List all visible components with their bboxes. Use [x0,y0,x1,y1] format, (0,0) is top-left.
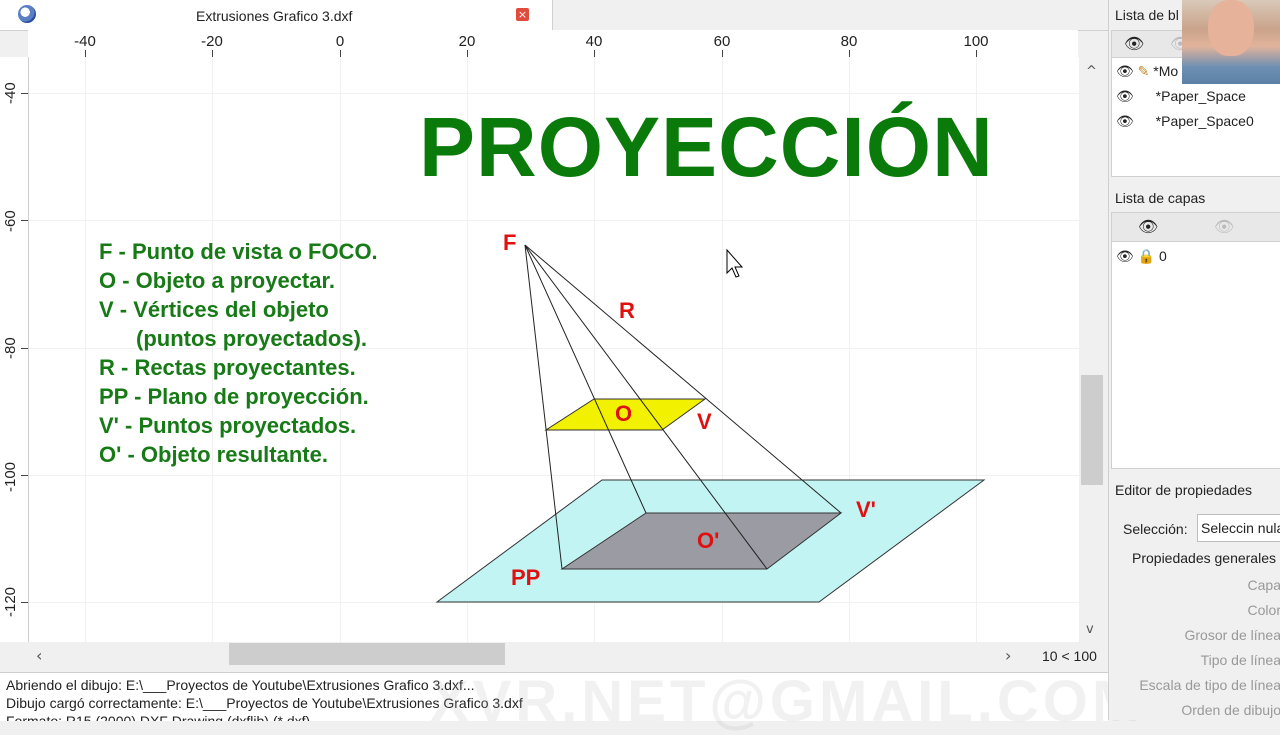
property-label: Color [1248,602,1280,618]
ruler-h-label: 0 [336,33,344,50]
webcam-face [1208,0,1254,56]
horizontal-scroll-thumb[interactable] [229,643,505,665]
layer-list-title: Lista de capas [1115,190,1205,206]
label-f: F [503,230,516,255]
ruler-tick [21,220,28,221]
ruler-h-label: -40 [74,33,96,50]
layer-list: 👁 🔒 0 [1111,241,1280,469]
ruler-h-label: 40 [586,33,603,50]
ruler-tick [21,602,28,603]
tab-title: Extrusiones Grafico 3.dxf [196,8,352,24]
ruler-tick [21,475,28,476]
ruler-v-label: -80 [2,337,19,359]
ruler-tick [21,348,28,349]
label-v: V [697,409,712,434]
ruler-h-label: 80 [841,33,858,50]
selection-dropdown[interactable]: Seleccin nula [1197,514,1280,542]
hide-all-layers-icon[interactable]: 👁 [1214,217,1234,236]
scroll-down-icon[interactable]: v [1086,622,1094,637]
eye-icon[interactable]: 👁 [1116,89,1134,105]
ruler-tick [467,50,468,57]
selection-label: Selección: [1123,521,1188,537]
vertical-scrollbar[interactable] [1080,57,1106,642]
projecting-line [525,245,562,569]
property-label: Escala de tipo de línea [1139,677,1280,693]
vertical-ruler: -40 -60 -80 -100 -120 [0,57,29,642]
projecting-line [525,245,646,513]
horizontal-ruler: -40 -20 0 20 40 60 80 100 [28,30,1078,58]
ruler-h-label: 100 [963,33,988,50]
ruler-tick [85,50,86,57]
scroll-right-icon[interactable]: › [1005,646,1011,665]
mouse-cursor-icon [727,250,742,277]
right-dock: Lista de bl 👁 👁 👁 ✎ *Mo 👁 *Paper_Space 👁… [1108,0,1280,720]
label-o-prime: O' [697,528,719,553]
horizontal-scrollbar[interactable] [28,642,1028,668]
label-pp: PP [511,565,540,590]
vertical-scroll-thumb[interactable] [1081,375,1103,485]
document-tab[interactable]: Extrusiones Grafico 3.dxf × [0,0,553,30]
scroll-left-icon[interactable]: ‹ [36,646,42,665]
ruler-h-label: -20 [201,33,223,50]
lock-icon[interactable]: 🔒 [1138,248,1155,264]
ruler-tick [722,50,723,57]
show-all-layers-icon[interactable]: 👁 [1138,217,1158,236]
property-label: Orden de dibujo [1181,702,1280,718]
list-item[interactable]: 👁 *Paper_Space [1116,88,1246,105]
drawing-canvas[interactable]: PROYECCIÓN F - Punto de vista o FOCO. O … [29,57,1079,642]
grid-spacing-readout: 10 < 100 [1042,648,1097,664]
projection-diagram: F R O V V' O' PP [29,57,1079,642]
ruler-tick [21,93,28,94]
eye-icon[interactable]: 👁 [1116,114,1134,130]
eye-icon[interactable]: 👁 [1116,64,1134,80]
ruler-tick [849,50,850,57]
property-label: Grosor de línea [1185,627,1280,643]
block-list-title: Lista de bl [1115,7,1179,23]
ruler-v-label: -120 [2,587,19,617]
property-label: Tipo de línea [1201,652,1280,668]
show-all-blocks-icon[interactable]: 👁 [1124,34,1144,53]
pencil-icon: ✎ [1138,63,1150,79]
ruler-tick [976,50,977,57]
watermark: XVR.NET@GMAIL.COM [430,668,1144,735]
property-label: Capa [1248,577,1280,593]
tab-close-icon[interactable]: × [516,8,529,21]
ruler-v-label: -60 [2,210,19,232]
property-list: Capa Color Grosor de línea Tipo de línea… [1109,570,1280,720]
ruler-v-label: -100 [2,462,19,492]
eye-icon[interactable]: 👁 [1116,249,1134,265]
ruler-v-label: -40 [2,82,19,104]
property-group-header[interactable]: Propiedades generales [1132,550,1276,566]
label-r: R [619,298,635,323]
layer-toolbar: 👁 👁 [1111,212,1280,242]
scroll-up-icon[interactable]: ^ [1086,64,1097,79]
list-item[interactable]: 👁 ✎ *Mo [1116,63,1178,80]
ruler-tick [594,50,595,57]
list-item[interactable]: 👁 🔒 0 [1116,248,1167,265]
list-item[interactable]: 👁 *Paper_Space0 [1116,113,1254,130]
ruler-tick [340,50,341,57]
projecting-line [525,245,841,513]
history-line: Abriendo el dibujo: E:\___Proyectos de Y… [6,677,475,693]
ruler-tick [212,50,213,57]
property-editor-title: Editor de propiedades [1115,482,1252,498]
app-logo-icon [18,5,36,23]
ruler-h-label: 20 [459,33,476,50]
label-o: O [615,401,632,426]
label-v-prime: V' [856,497,876,522]
ruler-h-label: 60 [714,33,731,50]
